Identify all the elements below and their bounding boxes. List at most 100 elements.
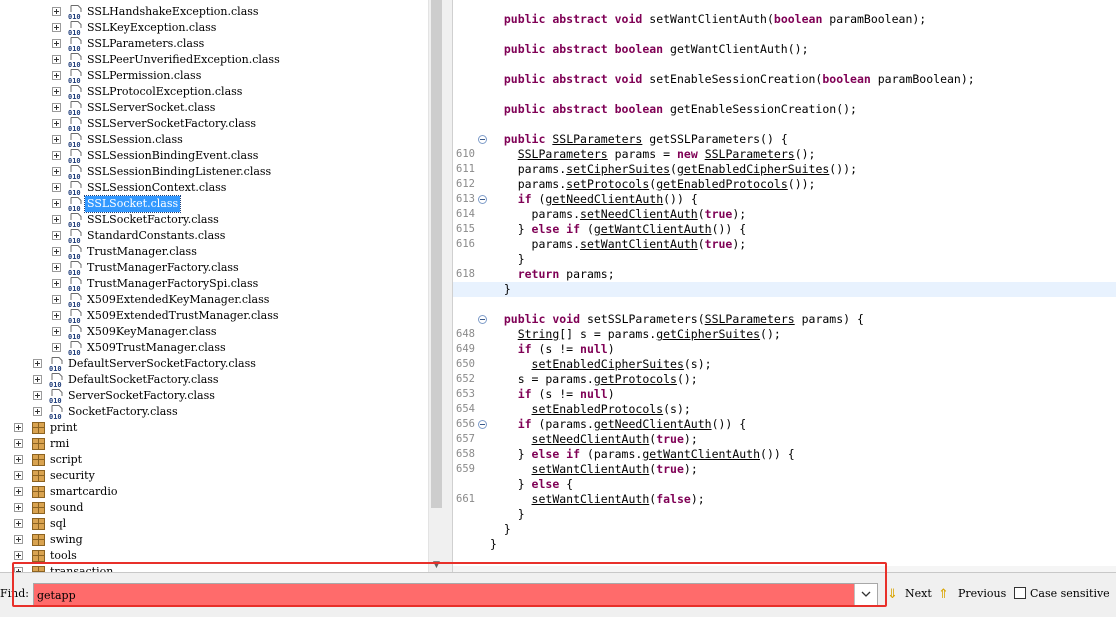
code-line[interactable]: public abstract void setEnableSessionCre… — [453, 72, 1116, 87]
tree-package-item[interactable]: sound — [0, 500, 428, 516]
tree-package-item[interactable]: transaction — [0, 564, 428, 572]
code-line[interactable]: 611 params.setCipherSuites(getEnabledCip… — [453, 162, 1116, 177]
code-link[interactable]: setWantClientAuth — [532, 492, 650, 506]
code-link[interactable]: setWantClientAuth — [532, 462, 650, 476]
expand-toggle-icon[interactable] — [52, 103, 61, 112]
code-link[interactable]: SSLParameters — [518, 147, 608, 161]
expand-toggle-icon[interactable] — [52, 343, 61, 352]
code-link[interactable]: setWantClientAuth — [580, 237, 698, 251]
code-line[interactable] — [453, 117, 1116, 132]
code-link[interactable]: setEnabledCipherSuites — [532, 357, 684, 371]
find-dropdown-button[interactable] — [854, 584, 877, 606]
code-line[interactable]: public void setSSLParameters(SSLParamete… — [453, 312, 1116, 327]
expand-toggle-icon[interactable] — [52, 311, 61, 320]
tree-item-label[interactable]: SSLParameters.class — [85, 36, 206, 52]
tree-class-item[interactable]: 010 SSLPermission.class — [0, 68, 428, 84]
tree-class-item[interactable]: 010 SSLProtocolException.class — [0, 84, 428, 100]
expand-toggle-icon[interactable] — [52, 183, 61, 192]
expand-toggle-icon[interactable] — [52, 247, 61, 256]
expand-toggle-icon[interactable] — [14, 439, 23, 448]
tree-class-item[interactable]: 010 DefaultServerSocketFactory.class — [0, 356, 428, 372]
code-link[interactable]: SSLParameters — [705, 147, 795, 161]
tree-item-label[interactable]: TrustManagerFactory.class — [85, 260, 241, 276]
code-line[interactable]: 615 } else if (getWantClientAuth()) { — [453, 222, 1116, 237]
code-line[interactable]: } — [453, 282, 1116, 297]
code-line[interactable]: } else { — [453, 477, 1116, 492]
tree-item-label[interactable]: X509KeyManager.class — [85, 324, 219, 340]
class-tree[interactable]: 010 SSLHandshakeException.class 010 SSLKeyE… — [0, 0, 428, 572]
code-link[interactable]: setCipherSuites — [566, 162, 670, 176]
tree-item-label[interactable]: security — [48, 468, 97, 484]
tree-item-label[interactable]: DefaultServerSocketFactory.class — [66, 356, 258, 372]
expand-toggle-icon[interactable] — [52, 327, 61, 336]
expand-toggle-icon[interactable] — [52, 55, 61, 64]
code-link[interactable]: setProtocols — [566, 177, 649, 191]
code-line[interactable]: 648 String[] s = params.getCipherSuites(… — [453, 327, 1116, 342]
expand-toggle-icon[interactable] — [52, 71, 61, 80]
tree-item-label[interactable]: tools — [48, 548, 79, 564]
tree-package-item[interactable]: rmi — [0, 436, 428, 452]
code-line[interactable]: 616 params.setWantClientAuth(true); — [453, 237, 1116, 252]
code-line[interactable]: } — [453, 507, 1116, 522]
tree-class-item[interactable]: 010 TrustManager.class — [0, 244, 428, 260]
code-editor[interactable]: public abstract void setWantClientAuth(b… — [453, 0, 1116, 572]
tree-package-item[interactable]: script — [0, 452, 428, 468]
code-line[interactable]: 654 setEnabledProtocols(s); — [453, 402, 1116, 417]
code-line[interactable]: } — [453, 252, 1116, 267]
find-combobox[interactable] — [33, 583, 878, 607]
tree-item-label[interactable]: sound — [48, 500, 85, 516]
tree-class-item[interactable]: 010 SSLKeyException.class — [0, 20, 428, 36]
code-link[interactable]: SSLParameters — [705, 312, 795, 326]
code-line[interactable]: } — [453, 537, 1116, 552]
code-line[interactable] — [453, 57, 1116, 72]
tree-class-item[interactable]: 010 SSLSocketFactory.class — [0, 212, 428, 228]
tree-class-item[interactable]: 010 SSLServerSocketFactory.class — [0, 116, 428, 132]
tree-package-item[interactable]: tools — [0, 548, 428, 564]
tree-class-item[interactable]: 010 TrustManagerFactorySpi.class — [0, 276, 428, 292]
code-line[interactable]: 658 } else if (params.getWantClientAuth(… — [453, 447, 1116, 462]
tree-item-label[interactable]: SSLKeyException.class — [85, 20, 218, 36]
tree-item-label[interactable]: sql — [48, 516, 68, 532]
tree-item-label[interactable]: SSLPermission.class — [85, 68, 203, 84]
code-link[interactable]: setNeedClientAuth — [580, 207, 698, 221]
case-sensitive-checkbox[interactable] — [1014, 587, 1026, 599]
tree-item-label[interactable]: SSLProtocolException.class — [85, 84, 244, 100]
tree-item-label[interactable]: SSLSocket.class — [83, 195, 182, 213]
code-link[interactable]: getProtocols — [594, 372, 677, 386]
tree-item-label[interactable]: SSLSessionBindingListener.class — [85, 164, 273, 180]
code-line[interactable] — [453, 27, 1116, 42]
code-line[interactable]: 614 params.setNeedClientAuth(true); — [453, 207, 1116, 222]
tree-package-item[interactable]: swing — [0, 532, 428, 548]
expand-toggle-icon[interactable] — [52, 39, 61, 48]
expand-toggle-icon[interactable] — [33, 407, 42, 416]
code-link[interactable]: getWantClientAuth — [594, 222, 712, 236]
code-link[interactable]: getEnabledCipherSuites — [677, 162, 829, 176]
tree-item-label[interactable]: swing — [48, 532, 85, 548]
tree-item-label[interactable]: smartcardio — [48, 484, 119, 500]
tree-package-item[interactable]: security — [0, 468, 428, 484]
code-line[interactable]: public abstract boolean getWantClientAut… — [453, 42, 1116, 57]
code-line[interactable] — [453, 297, 1116, 312]
tree-item-label[interactable]: SSLPeerUnverifiedException.class — [85, 52, 282, 68]
expand-toggle-icon[interactable] — [52, 263, 61, 272]
tree-class-item[interactable]: 010 SSLSocket.class — [0, 195, 428, 213]
tree-package-item[interactable]: print — [0, 420, 428, 436]
expand-toggle-icon[interactable] — [52, 7, 61, 16]
expand-toggle-icon[interactable] — [52, 295, 61, 304]
scroll-down-arrow-icon[interactable]: ▼ — [433, 560, 440, 570]
tree-class-item[interactable]: 010 SSLHandshakeException.class — [0, 4, 428, 20]
tree-package-item[interactable]: sql — [0, 516, 428, 532]
tree-class-item[interactable]: 010 ServerSocketFactory.class — [0, 388, 428, 404]
expand-toggle-icon[interactable] — [52, 215, 61, 224]
code-link[interactable]: setEnabledProtocols — [532, 402, 664, 416]
code-line[interactable] — [453, 87, 1116, 102]
expand-toggle-icon[interactable] — [52, 231, 61, 240]
expand-toggle-icon[interactable] — [52, 87, 61, 96]
tree-vertical-scrollbar[interactable]: ▼ — [428, 0, 445, 572]
expand-toggle-icon[interactable] — [14, 471, 23, 480]
expand-toggle-icon[interactable] — [52, 23, 61, 32]
expand-toggle-icon[interactable] — [52, 151, 61, 160]
tree-item-label[interactable]: script — [48, 452, 84, 468]
tree-class-item[interactable]: 010 X509ExtendedKeyManager.class — [0, 292, 428, 308]
code-line[interactable]: 661 setWantClientAuth(false); — [453, 492, 1116, 507]
